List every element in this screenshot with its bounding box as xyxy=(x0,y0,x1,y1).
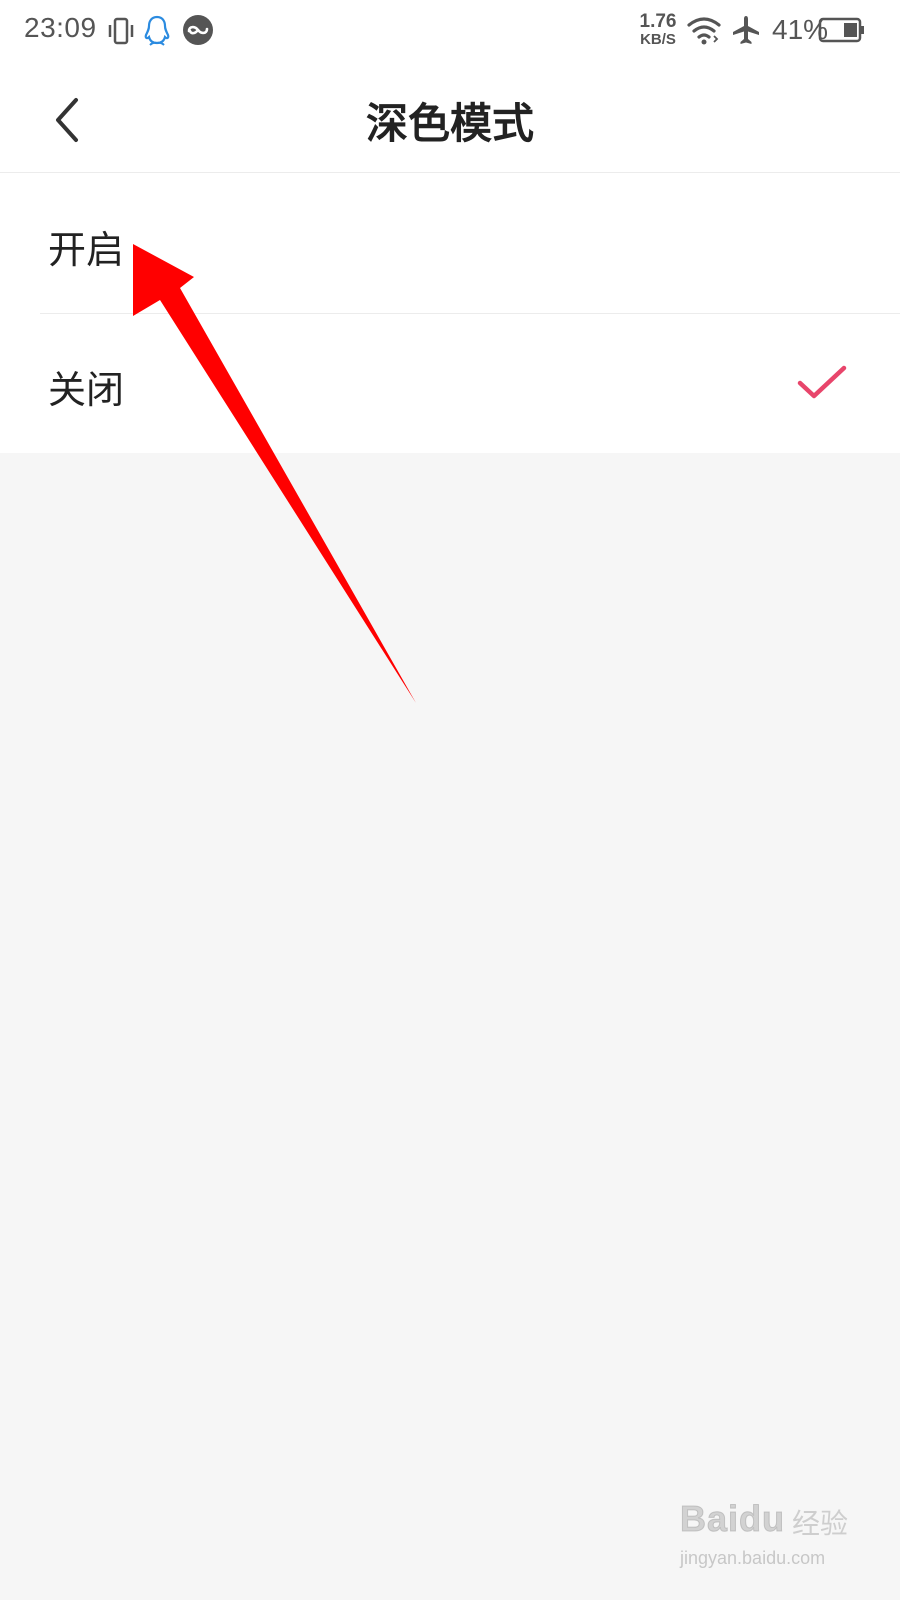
network-speed-value: 1.76 xyxy=(639,11,677,32)
vibrate-icon xyxy=(108,17,134,45)
option-label-on: 开启 xyxy=(48,228,125,272)
network-speed: 1.76 KB/S xyxy=(636,12,680,47)
option-off[interactable]: 关闭 xyxy=(0,313,900,453)
network-speed-unit: KB/S xyxy=(640,31,676,48)
app-notification-icon xyxy=(183,15,213,45)
watermark: Baidu 经验 jingyan.baidu.com xyxy=(679,1498,880,1582)
qq-icon xyxy=(144,15,170,46)
wifi-icon xyxy=(687,17,721,45)
watermark-product: 经验 xyxy=(792,1507,849,1540)
watermark-brand: Baidu xyxy=(679,1498,786,1540)
option-label-off: 关闭 xyxy=(48,368,125,412)
option-on[interactable]: 开启 xyxy=(0,173,900,313)
status-bar: 23:09 1.76 KB/S 41% xyxy=(0,0,900,64)
page-title: 深色模式 xyxy=(365,99,534,148)
watermark-url: jingyan.baidu.com xyxy=(680,1548,826,1568)
dark-mode-option-list: 开启 关闭 xyxy=(0,173,900,453)
header-bar: 深色模式 xyxy=(0,64,900,173)
airplane-mode-icon xyxy=(733,16,759,44)
status-time: 23:09 xyxy=(24,12,97,43)
battery-icon xyxy=(818,17,864,43)
check-icon xyxy=(797,365,847,399)
